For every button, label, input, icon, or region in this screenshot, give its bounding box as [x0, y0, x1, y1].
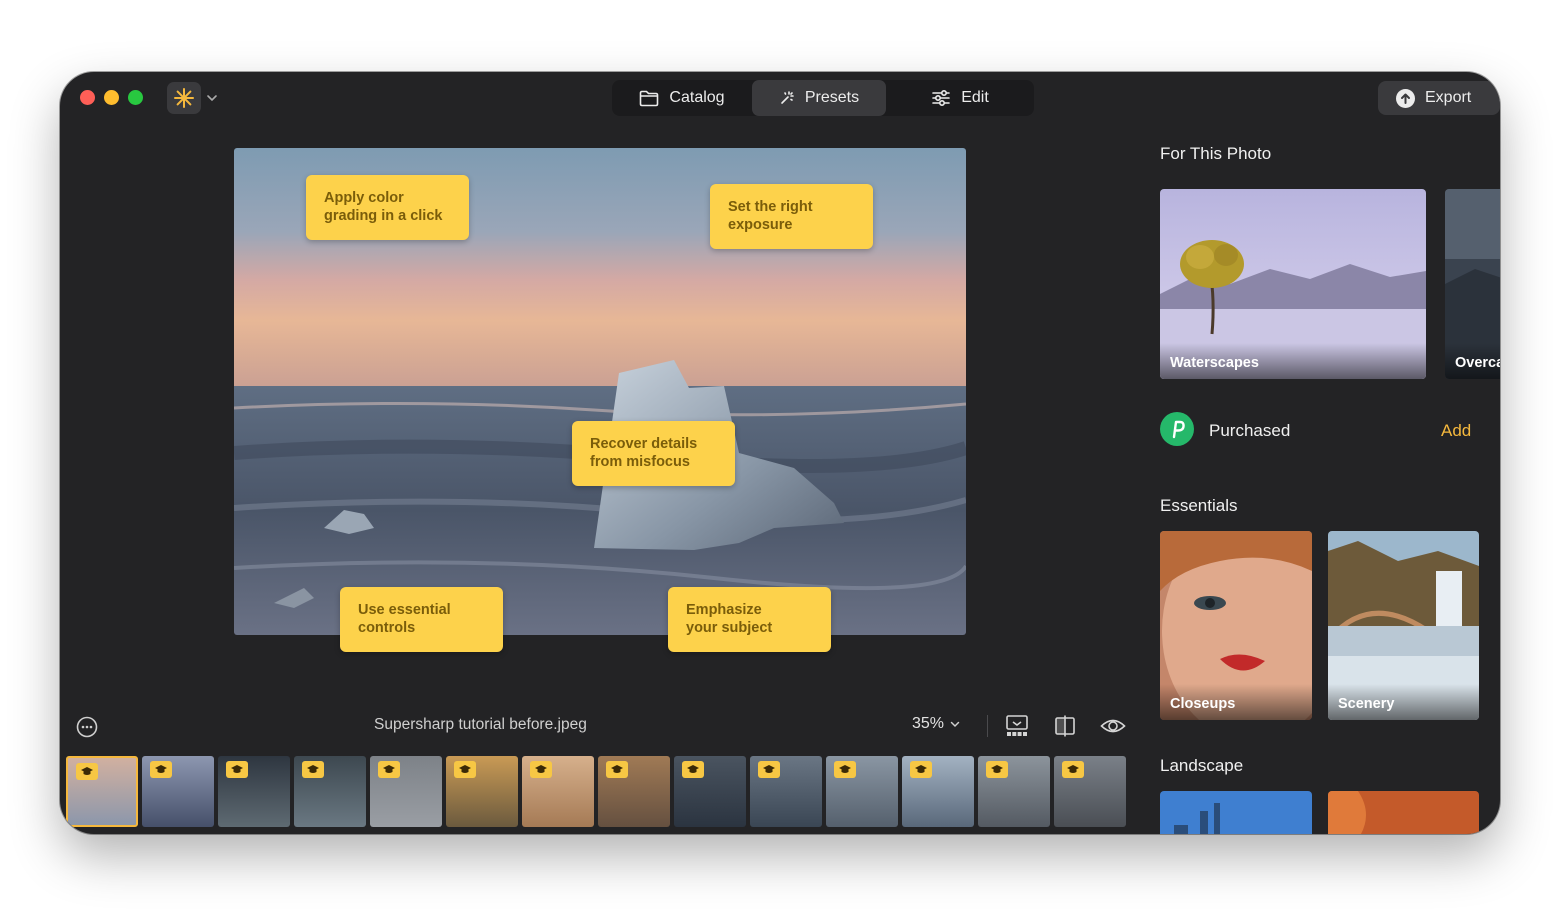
callout-text: Apply color	[324, 190, 404, 206]
filmstrip	[66, 756, 1134, 828]
section-title-for-this-photo: For This Photo	[1160, 144, 1272, 163]
section-title-landscape: Landscape	[1160, 756, 1244, 775]
tutorial-cap-icon	[986, 761, 1008, 778]
tutorial-cap-icon	[378, 761, 400, 778]
tab-catalog-label: Catalog	[669, 89, 725, 106]
section-title-essentials: Essentials	[1160, 496, 1238, 515]
callout-text: from misfocus	[590, 454, 690, 470]
tutorial-cap-icon	[150, 761, 172, 778]
filmstrip-thumbnail[interactable]	[142, 756, 214, 827]
purchased-badge-icon	[1160, 412, 1194, 446]
tutorial-cap-icon	[758, 761, 780, 778]
filmstrip-thumbnail[interactable]	[66, 756, 138, 827]
callout-text: controls	[358, 620, 416, 636]
chevron-down-icon[interactable]	[206, 92, 218, 104]
tab-presets-label: Presets	[804, 89, 860, 106]
zoom-dropdown[interactable]: 35%	[912, 715, 960, 733]
upload-icon	[1396, 88, 1415, 108]
card-label: Scenery	[1338, 696, 1395, 712]
filmstrip-thumbnail[interactable]	[902, 756, 974, 827]
filmstrip-thumbnail[interactable]	[218, 756, 290, 827]
mode-switcher: Catalog Presets Edit	[612, 80, 1034, 116]
filmstrip-toggle-icon[interactable]	[1005, 714, 1029, 738]
purchased-add-button[interactable]: Add	[1441, 421, 1471, 441]
tutorial-cap-icon	[226, 761, 248, 778]
callout-text: exposure	[728, 217, 793, 233]
callout-text: your subject	[686, 620, 773, 636]
tutorial-cap-icon	[454, 761, 476, 778]
card-label: Closeups	[1170, 696, 1236, 712]
callout-exposure: Set the right exposure	[710, 184, 873, 249]
tab-edit[interactable]: Edit	[886, 80, 1034, 116]
filmstrip-thumbnail[interactable]	[1054, 756, 1126, 827]
app-menu-button[interactable]	[167, 82, 201, 114]
tutorial-cap-icon	[606, 761, 628, 778]
tutorial-cap-icon	[76, 763, 98, 780]
app-window: Catalog Presets Edit Export Apply color …	[60, 72, 1500, 834]
window-zoom-button[interactable]	[128, 90, 143, 105]
zoom-value: 35%	[912, 715, 945, 732]
eye-icon[interactable]	[1100, 714, 1126, 738]
export-button[interactable]: Export	[1378, 81, 1500, 115]
tab-catalog[interactable]: Catalog	[612, 80, 752, 116]
filmstrip-thumbnail[interactable]	[446, 756, 518, 827]
callout-misfocus: Recover details from misfocus	[572, 421, 735, 486]
filmstrip-thumbnail[interactable]	[826, 756, 898, 827]
callout-text: Emphasize	[686, 602, 762, 618]
preset-card-closeups[interactable]: Closeups	[1160, 531, 1312, 720]
callout-text: Set the right	[728, 199, 813, 215]
filmstrip-thumbnail[interactable]	[522, 756, 594, 827]
callout-color-grading: Apply color grading in a click	[306, 175, 469, 240]
tab-presets[interactable]: Presets	[752, 80, 886, 116]
filmstrip-thumbnail[interactable]	[750, 756, 822, 827]
callout-text: Recover details	[590, 436, 698, 452]
sparkle-icon	[781, 91, 794, 104]
tutorial-cap-icon	[682, 761, 704, 778]
filmstrip-thumbnail[interactable]	[294, 756, 366, 827]
more-options-icon[interactable]	[76, 716, 98, 738]
compare-icon[interactable]	[1053, 714, 1077, 738]
callout-emphasize-subject: Emphasize your subject	[668, 587, 831, 652]
tab-edit-label: Edit	[961, 89, 989, 106]
preset-card-waterscapes[interactable]: Waterscapes	[1160, 189, 1426, 379]
toolbar-divider	[987, 715, 988, 737]
tutorial-cap-icon	[910, 761, 932, 778]
filmstrip-thumbnail[interactable]	[598, 756, 670, 827]
preset-card-overcast[interactable]: Overca	[1445, 189, 1500, 379]
file-name: Supersharp tutorial before.jpeg	[374, 716, 587, 733]
callout-text: grading in a click	[324, 208, 443, 224]
tutorial-cap-icon	[530, 761, 552, 778]
preset-card-landscape-1[interactable]	[1160, 791, 1312, 834]
chevron-down-icon	[950, 721, 960, 728]
sliders-icon	[932, 90, 951, 106]
window-close-button[interactable]	[80, 90, 95, 105]
tutorial-cap-icon	[834, 761, 856, 778]
filmstrip-thumbnail[interactable]	[370, 756, 442, 827]
tutorial-cap-icon	[1062, 761, 1084, 778]
card-label: Waterscapes	[1170, 355, 1259, 371]
preset-card-scenery[interactable]: Scenery	[1328, 531, 1479, 720]
export-label: Export	[1425, 89, 1472, 106]
folder-icon	[640, 90, 659, 106]
callout-text: Use essential	[358, 602, 451, 618]
filmstrip-thumbnail[interactable]	[978, 756, 1050, 827]
card-label: Overca	[1455, 355, 1500, 371]
window-minimize-button[interactable]	[104, 90, 119, 105]
preset-card-landscape-2[interactable]	[1328, 791, 1479, 834]
purchased-label: Purchased	[1209, 421, 1291, 440]
tutorial-cap-icon	[302, 761, 324, 778]
sun-burst-icon	[174, 88, 194, 108]
callout-essential-controls: Use essential controls	[340, 587, 503, 652]
filmstrip-thumbnail[interactable]	[674, 756, 746, 827]
